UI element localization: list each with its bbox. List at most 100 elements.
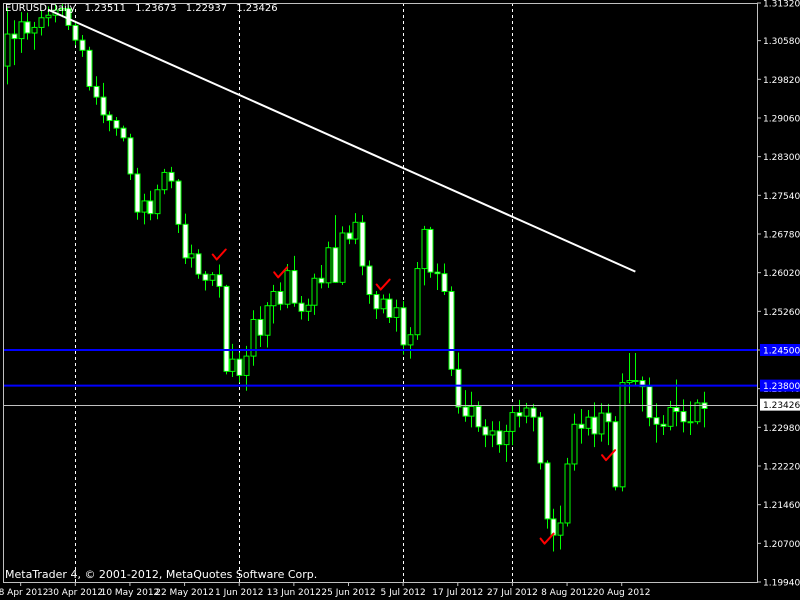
candle-body[interactable] <box>229 358 236 372</box>
candle-body[interactable] <box>339 232 346 283</box>
candle-body[interactable] <box>147 200 154 215</box>
candle-body[interactable] <box>427 228 434 273</box>
candle-body[interactable] <box>38 17 45 28</box>
candle-body[interactable] <box>209 274 216 281</box>
candle-body[interactable] <box>284 270 291 305</box>
candle-body[interactable] <box>393 307 400 318</box>
candle-body[interactable] <box>571 423 578 465</box>
candle-body[interactable] <box>223 285 230 372</box>
candle-body[interactable] <box>680 411 687 423</box>
candle-body[interactable] <box>277 290 284 305</box>
candle-body[interactable] <box>380 298 387 310</box>
candle-body[interactable] <box>612 421 619 488</box>
candle-body[interactable] <box>386 298 393 318</box>
candle-body[interactable] <box>366 265 373 296</box>
candle-body[interactable] <box>243 355 250 376</box>
candle-body[interactable] <box>236 358 243 376</box>
candle-body[interactable] <box>188 253 195 259</box>
candle-body[interactable] <box>564 463 571 524</box>
candle-body[interactable] <box>373 294 380 310</box>
candle-body[interactable] <box>325 247 332 284</box>
candle-body[interactable] <box>591 416 598 435</box>
y-tick-label: 1.30580 <box>763 37 800 47</box>
candle-body[interactable] <box>106 114 113 122</box>
candle-body[interactable] <box>298 302 305 312</box>
candle-body[interactable] <box>585 416 592 429</box>
candle-body[interactable] <box>557 522 564 536</box>
candle-body[interactable] <box>421 228 428 270</box>
candle-body[interactable] <box>516 412 523 417</box>
candle-body[interactable] <box>86 49 93 87</box>
candle-body[interactable] <box>154 189 161 215</box>
candle-body[interactable] <box>448 290 455 370</box>
candle-body[interactable] <box>332 247 339 283</box>
candle-body[interactable] <box>667 406 674 427</box>
candle-body[interactable] <box>482 426 489 436</box>
candle-body[interactable] <box>537 416 544 464</box>
x-tick-label: 8 Aug 2012 <box>541 588 593 598</box>
candle-body[interactable] <box>619 382 626 488</box>
candle-body[interactable] <box>216 274 223 287</box>
candle-body[interactable] <box>475 405 482 428</box>
candle-body[interactable] <box>605 412 612 423</box>
candle-body[interactable] <box>168 171 175 182</box>
candle-body[interactable] <box>441 273 448 292</box>
price-chart[interactable]: 1.31320 1.30580 1.29820 1.29060 1.28300 1.275… <box>0 0 800 600</box>
candle-body[interactable] <box>673 406 680 413</box>
candle-body[interactable] <box>93 85 100 98</box>
candle-body[interactable] <box>530 407 537 418</box>
candle-body[interactable] <box>18 21 25 40</box>
candle-body[interactable] <box>414 268 421 336</box>
candle-body[interactable] <box>462 406 469 417</box>
candle-body[interactable] <box>407 334 414 346</box>
candle-body[interactable] <box>653 417 660 425</box>
candle-body[interactable] <box>626 380 633 384</box>
candle-body[interactable] <box>687 421 694 424</box>
candle-body[interactable] <box>72 24 79 41</box>
candle-body[interactable] <box>305 304 312 312</box>
candle-body[interactable] <box>257 318 264 336</box>
candle-body[interactable] <box>161 171 168 191</box>
candle-body[interactable] <box>509 412 516 432</box>
candle-body[interactable] <box>544 462 551 520</box>
candle-body[interactable] <box>202 273 209 281</box>
candle-body[interactable] <box>400 307 407 346</box>
candle-body[interactable] <box>359 221 366 267</box>
candle-body[interactable] <box>311 277 318 306</box>
candle-body[interactable] <box>578 423 585 429</box>
candle-body[interactable] <box>113 120 120 129</box>
candle-body[interactable] <box>79 39 86 51</box>
y-tick-label: 1.29060 <box>763 114 800 124</box>
candle-body[interactable] <box>598 412 605 435</box>
candle-body[interactable] <box>496 430 503 446</box>
candle-body[interactable] <box>318 277 325 284</box>
candle-body[interactable] <box>24 21 31 34</box>
candle-body[interactable] <box>291 270 298 304</box>
candle-body[interactable] <box>182 223 189 259</box>
candle-body[interactable] <box>523 407 530 417</box>
candle-body[interactable] <box>270 290 277 307</box>
candle-body[interactable] <box>489 430 496 436</box>
candle-body[interactable] <box>11 33 18 40</box>
candle-body[interactable] <box>195 253 202 275</box>
candle-body[interactable] <box>31 26 38 34</box>
candle-body[interactable] <box>346 232 353 240</box>
candle-body[interactable] <box>352 221 359 240</box>
candle-body[interactable] <box>127 137 134 175</box>
candle-body[interactable] <box>4 33 11 67</box>
candle-body[interactable] <box>175 180 182 225</box>
candle-body[interactable] <box>264 305 271 336</box>
candle-body[interactable] <box>45 14 52 19</box>
candle-body[interactable] <box>632 380 639 383</box>
y-tick-label: 1.27540 <box>763 192 800 202</box>
candle-body[interactable] <box>468 405 475 417</box>
candle-body[interactable] <box>100 96 107 116</box>
candle-body[interactable] <box>120 127 127 139</box>
candle-body[interactable] <box>455 368 462 408</box>
candle-body[interactable] <box>660 423 667 427</box>
candle-body[interactable] <box>503 430 510 446</box>
candle-body[interactable] <box>434 271 441 275</box>
candle-body[interactable] <box>646 386 653 419</box>
candle-body[interactable] <box>134 173 141 213</box>
candle-body[interactable] <box>141 200 148 213</box>
